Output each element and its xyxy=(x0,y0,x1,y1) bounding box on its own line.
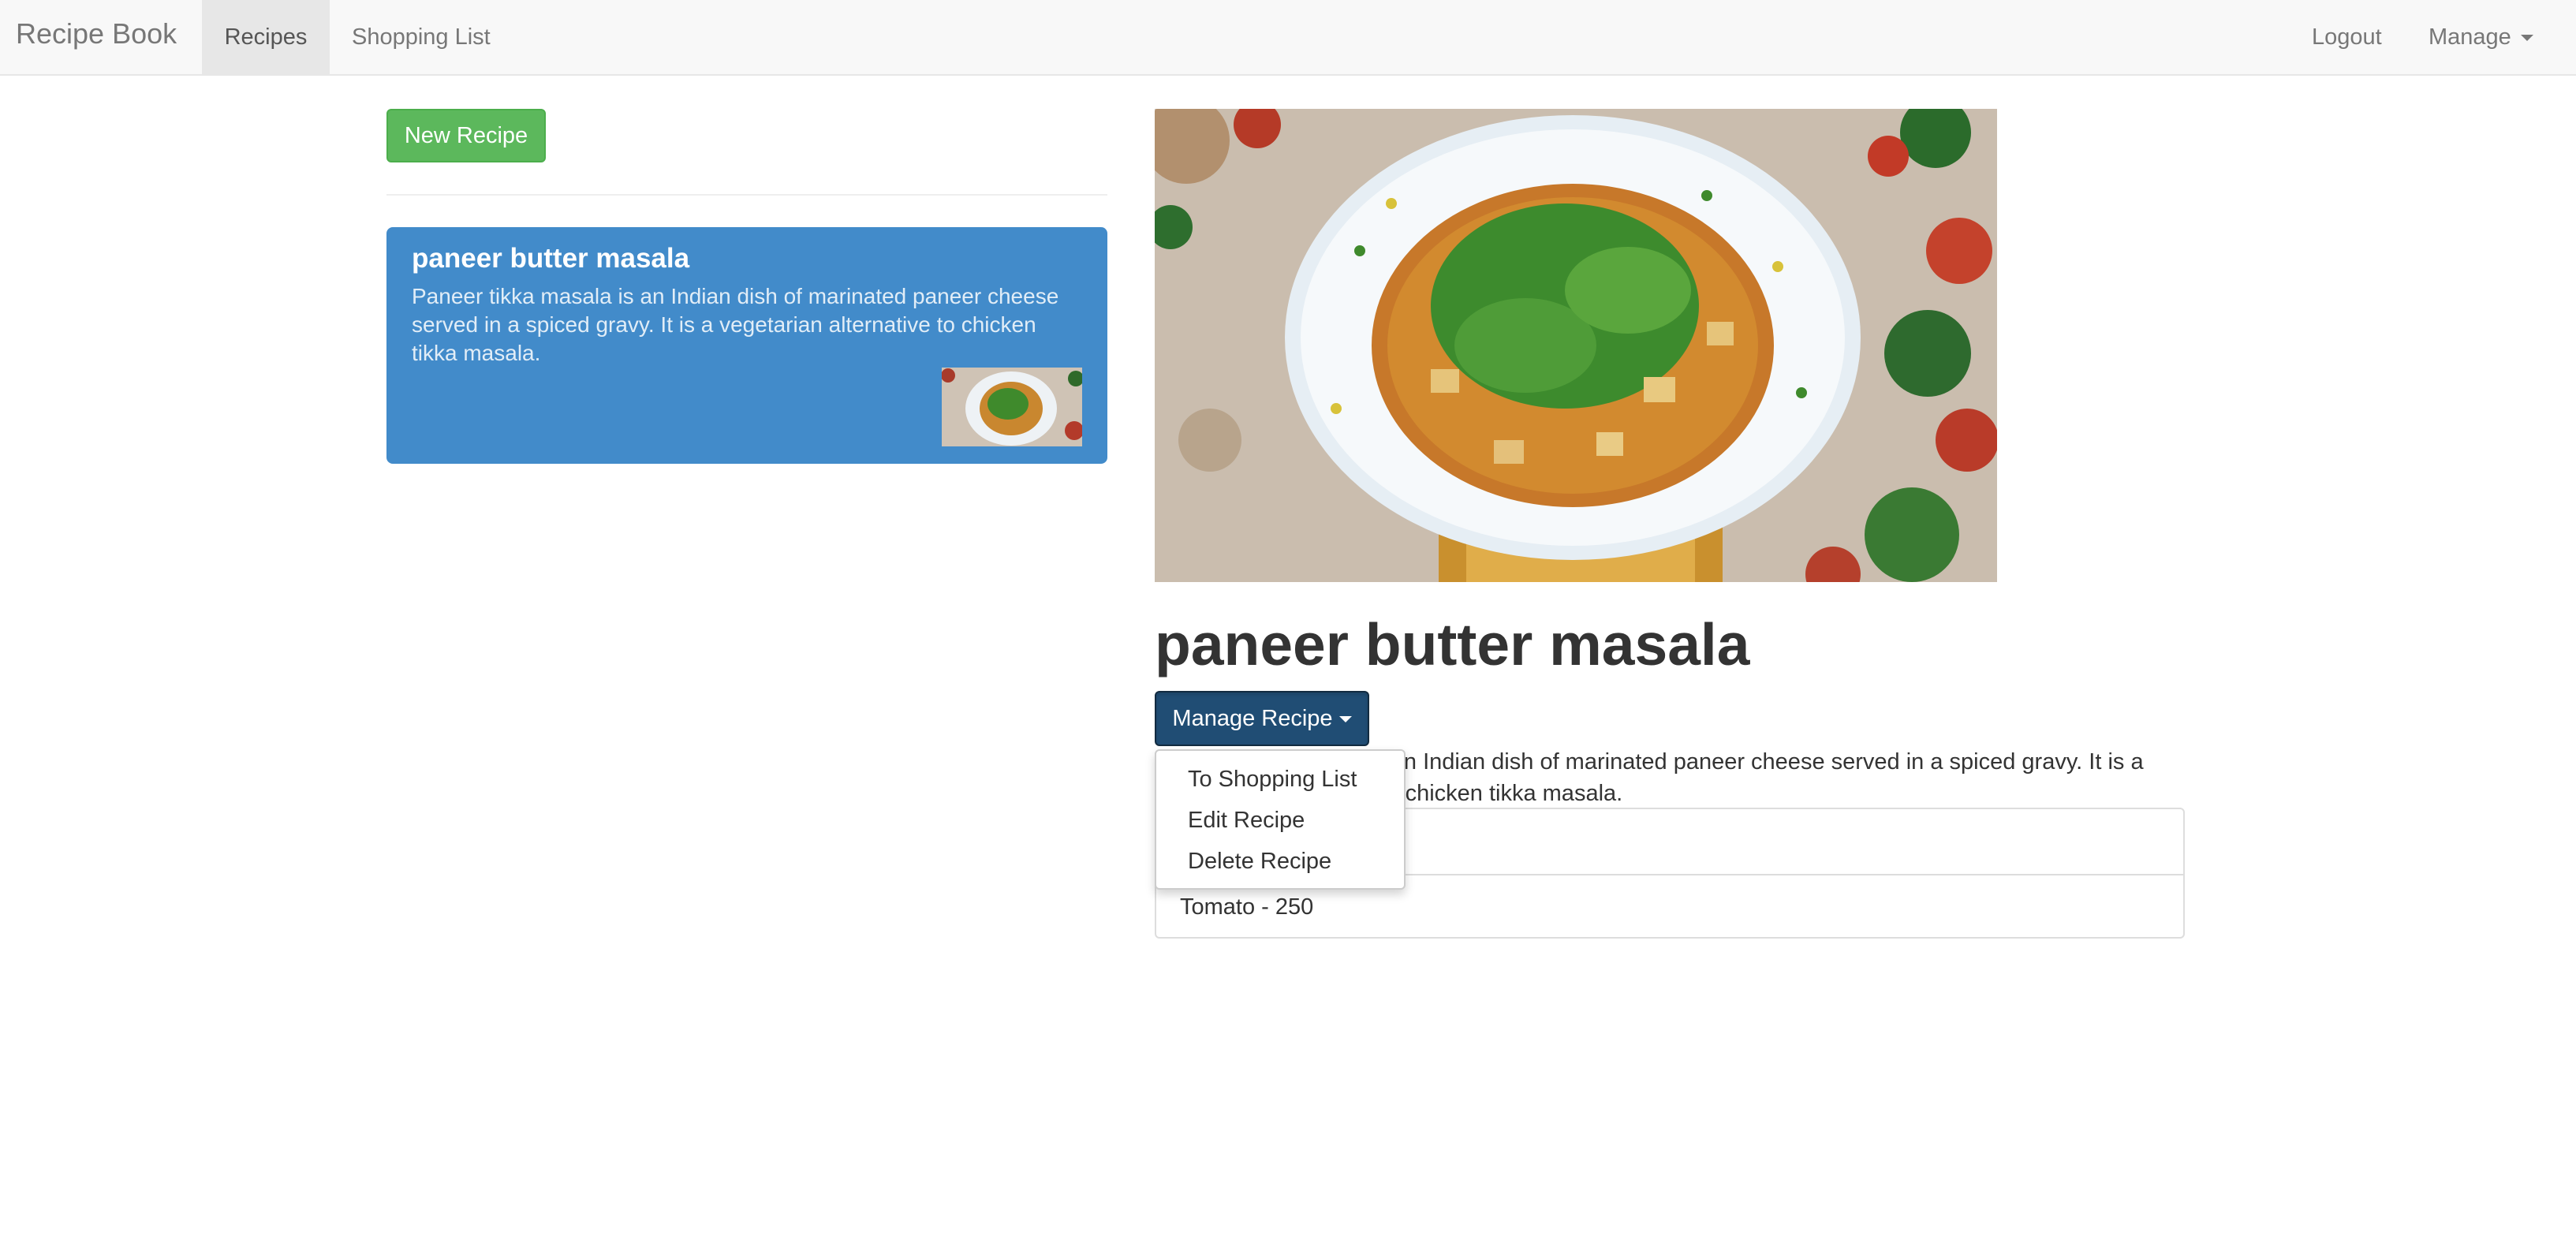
recipe-list-item[interactable]: paneer butter masala Paneer tikka masala… xyxy=(386,227,1107,464)
recipe-thumbnail xyxy=(942,368,1082,446)
nav-recipes[interactable]: Recipes xyxy=(202,0,330,74)
brand-link[interactable]: Recipe Book xyxy=(16,17,177,50)
manage-recipe-label: Manage Recipe xyxy=(1172,706,1333,731)
manage-recipe-menu: To Shopping List Edit Recipe Delete Reci… xyxy=(1155,749,1406,890)
new-recipe-button[interactable]: New Recipe xyxy=(386,109,546,162)
caret-down-icon xyxy=(2520,35,2533,42)
logout-link[interactable]: Logout xyxy=(2312,0,2382,74)
nav-shopping-list[interactable]: Shopping List xyxy=(352,0,491,74)
manage-recipe-button[interactable]: Manage Recipe xyxy=(1155,691,1369,746)
menu-item-to-shopping-list[interactable]: To Shopping List xyxy=(1156,759,1404,800)
caret-down-icon xyxy=(1338,716,1352,723)
navbar: Recipe Book Recipes Shopping List Logout… xyxy=(0,0,2576,76)
menu-item-delete-recipe[interactable]: Delete Recipe xyxy=(1156,841,1404,882)
recipe-thumbnail-image xyxy=(942,368,1082,446)
menu-item-edit-recipe[interactable]: Edit Recipe xyxy=(1156,800,1404,841)
recipe-item-name: paneer butter masala xyxy=(412,243,690,274)
manage-label: Manage xyxy=(2429,24,2511,50)
divider xyxy=(386,194,1107,196)
manage-dropdown-toggle[interactable]: Manage xyxy=(2429,0,2533,74)
recipe-photo xyxy=(1155,109,1997,582)
recipe-item-description: Paneer tikka masala is an Indian dish of… xyxy=(412,284,1059,365)
recipe-image xyxy=(1155,109,1997,582)
recipe-title: paneer butter masala xyxy=(1155,611,1750,677)
